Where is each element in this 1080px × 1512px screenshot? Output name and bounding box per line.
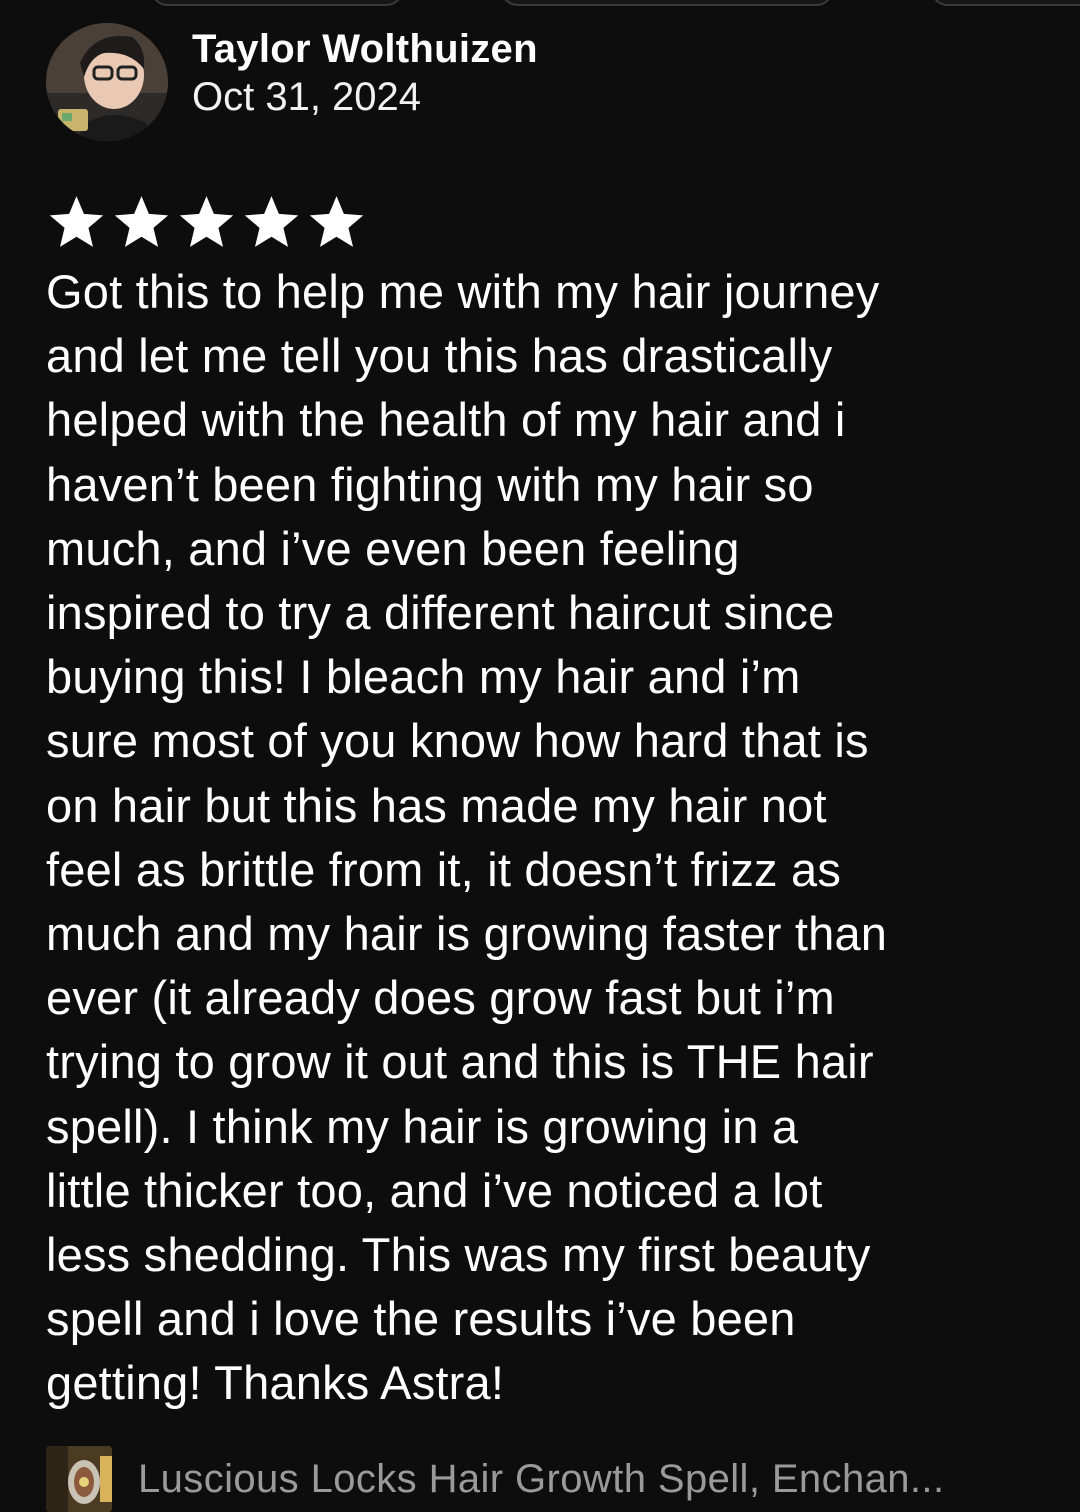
review-text-line: trying to grow it out and this is THE ha… [46, 1035, 874, 1089]
filter-tab[interactable] [500, 0, 834, 6]
star-icon [309, 196, 364, 247]
review-text-line: much and my hair is growing faster than [46, 907, 888, 961]
review-text: Got this to help me with my hair journey… [46, 260, 1036, 1416]
reviewer-header: Taylor Wolthuizen Oct 31, 2024 [46, 22, 1036, 142]
review-text-line: less shedding. This was my first beauty [46, 1228, 871, 1282]
filter-tab[interactable] [150, 0, 404, 6]
star-icon [49, 196, 104, 247]
top-filter-tabs [0, 0, 1080, 6]
review-card: Taylor Wolthuizen Oct 31, 2024 Got this … [46, 22, 1036, 1416]
star-icon [179, 196, 234, 247]
avatar-photo [46, 23, 168, 141]
review-text-line: helped with the health of my hair and i [46, 393, 846, 447]
star-icon [114, 196, 169, 247]
avatar[interactable] [46, 23, 168, 141]
product-title[interactable]: Luscious Locks Hair Growth Spell, Enchan… [138, 1446, 1018, 1512]
review-date: Oct 31, 2024 [192, 75, 422, 119]
review-text-line: feel as brittle from it, it doesn’t friz… [46, 842, 842, 896]
reviewer-name[interactable]: Taylor Wolthuizen [192, 25, 538, 73]
review-text-line: ever (it already does grow fast but i’m [46, 971, 835, 1025]
star-rating [46, 192, 1036, 254]
review-text-line: sure most of you know how hard that is [46, 714, 869, 768]
review-text-line: inspired to try a different haircut sinc… [46, 586, 835, 640]
review-text-line: much, and i’ve even been feeling [46, 521, 740, 575]
review-text-line: haven’t been fighting with my hair so [46, 457, 814, 511]
review-text-line: spell and i love the results i’ve been [46, 1292, 796, 1346]
product-thumbnail [46, 1446, 112, 1512]
review-text-line: Got this to help me with my hair journey [46, 265, 880, 318]
review-text-line: on hair but this has made my hair not [46, 778, 827, 832]
review-text-line: little thicker too, and i’ve noticed a l… [46, 1163, 823, 1217]
review-text-line: and let me tell you this has drastically [46, 329, 833, 383]
reviewer-meta: Taylor Wolthuizen Oct 31, 2024 [192, 25, 538, 121]
review-text-line: spell). I think my hair is growing in a [46, 1099, 799, 1153]
filter-tab[interactable] [930, 0, 1080, 6]
review-text-line: getting! Thanks Astra! [46, 1356, 505, 1410]
star-icon [244, 196, 299, 247]
product-link[interactable]: Luscious Locks Hair Growth Spell, Enchan… [46, 1446, 1036, 1512]
product-thumbnail-image [46, 1446, 112, 1512]
review-text-line: buying this! I bleach my hair and i’m [46, 650, 801, 704]
